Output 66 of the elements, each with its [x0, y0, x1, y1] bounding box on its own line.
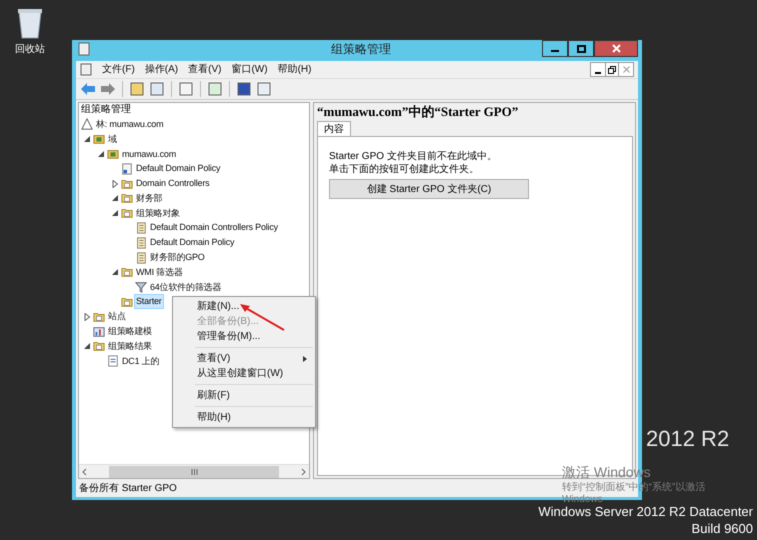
message-text: Starter GPO 文件夹目前不在此域中。: [329, 150, 497, 163]
expanded-icon[interactable]: [111, 268, 119, 276]
scroll-icon: [135, 252, 147, 264]
collapsed-icon[interactable]: [83, 312, 91, 321]
status-text: 备份所有 Starter GPO: [79, 482, 177, 496]
restore-icon: [608, 66, 616, 74]
scroll-icon: [135, 222, 147, 234]
recycle-bin-label: 回收站: [15, 42, 45, 57]
tree-item[interactable]: 组策略对象: [134, 206, 182, 221]
tree-item[interactable]: 组策略结果: [106, 338, 154, 354]
menu-item[interactable]: 操作(A): [144, 62, 178, 77]
grip-icon: [190, 468, 198, 474]
app-icon: [78, 42, 90, 56]
collapsed-icon[interactable]: [111, 180, 119, 188]
menu-item[interactable]: 查看(V): [173, 351, 315, 366]
tree-item[interactable]: 组策略建模: [106, 324, 154, 340]
maximize-button[interactable]: [568, 40, 594, 57]
tree-item[interactable]: Domain Controllers: [134, 176, 212, 192]
tree-item[interactable]: 财务部: [134, 190, 164, 206]
report-icon: [107, 355, 119, 368]
menu-item[interactable]: 帮助(H): [173, 410, 315, 425]
pane-heading: “mumawu.com”中的“Starter GPO”: [317, 103, 520, 121]
os-brand: 2012 R2: [646, 428, 730, 450]
menu-item[interactable]: 窗口(W): [231, 62, 268, 77]
minimize-button[interactable]: [542, 40, 568, 57]
chart-icon: [93, 326, 105, 338]
menu-item[interactable]: 刷新(F): [173, 388, 315, 403]
window-title: 组策略管理: [331, 41, 391, 58]
tree-item[interactable]: Starter: [134, 294, 164, 310]
tree-header: 组策略管理: [80, 103, 132, 117]
tree-item[interactable]: Default Domain Policy: [134, 161, 222, 176]
close-icon: [612, 44, 620, 53]
tab[interactable]: 内容: [317, 121, 351, 136]
annotation-arrow: [238, 302, 286, 332]
back-arrow-icon[interactable]: [80, 82, 96, 96]
document-icon: [121, 162, 133, 175]
message-text: 单击下面的按钮可创建此文件夹。: [329, 163, 479, 176]
scroll-icon: [135, 236, 147, 249]
forward-arrow-icon[interactable]: [100, 82, 116, 96]
horizontal-scrollbar[interactable]: [79, 464, 309, 478]
menu-item[interactable]: 帮助(H): [278, 62, 312, 77]
menu-item[interactable]: 从这里创建窗口(W): [173, 366, 315, 381]
menu-item[interactable]: 管理备份(M)...: [173, 329, 315, 344]
tree-item[interactable]: DC1 上的: [120, 354, 162, 369]
close-icon: [622, 66, 630, 73]
close-button[interactable]: [594, 40, 638, 57]
minimize-icon: [595, 72, 601, 74]
tree-item[interactable]: Default Domain Policy: [148, 235, 236, 250]
tree-item[interactable]: 站点: [106, 309, 128, 324]
tree-item[interactable]: 财务部的GPO: [148, 250, 207, 266]
tree-item[interactable]: 林: mumawu.com: [94, 117, 166, 132]
build-number: Build 9600: [692, 520, 753, 537]
tree-item[interactable]: 64位软件的筛选器: [148, 280, 224, 295]
tree-item[interactable]: mumawu.com: [120, 146, 178, 162]
tree-item[interactable]: 域: [106, 132, 119, 147]
menu-item[interactable]: 新建(N)...: [173, 299, 315, 314]
tree-item[interactable]: WMI 筛选器: [134, 264, 185, 280]
menu-item[interactable]: 文件(F): [102, 62, 135, 77]
create-folder-button[interactable]: 创建 Starter GPO 文件夹(C): [329, 179, 529, 199]
filter-icon: [135, 281, 147, 294]
restore-button[interactable]: [605, 63, 619, 76]
tree-item[interactable]: Default Domain Controllers Policy: [148, 220, 280, 236]
maximize-icon: [576, 44, 586, 52]
triangle-icon: [81, 118, 93, 130]
expanded-icon[interactable]: [83, 342, 91, 350]
menu-item[interactable]: 查看(V): [188, 62, 222, 77]
